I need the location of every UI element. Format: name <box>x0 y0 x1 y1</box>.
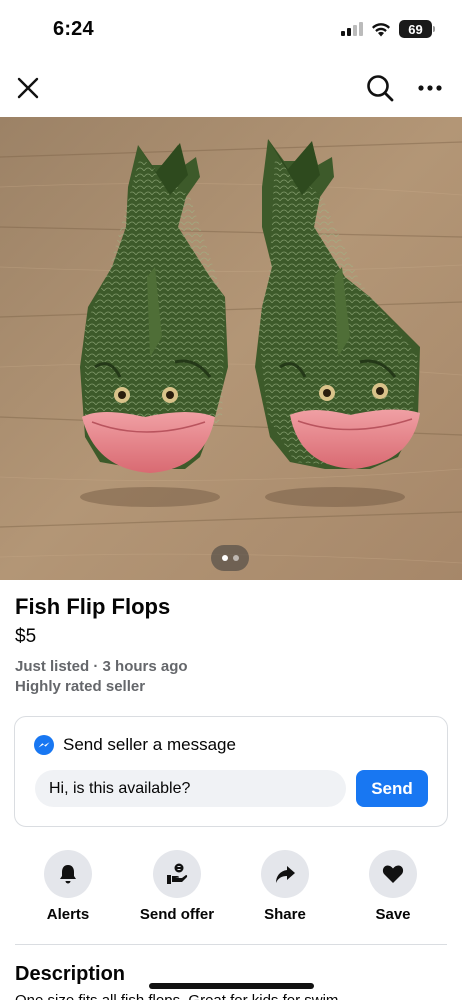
action-row: Alerts Send offer Share Save <box>0 850 462 930</box>
offer-icon-circle <box>153 850 201 898</box>
share-icon-circle <box>261 850 309 898</box>
save-button[interactable]: Save <box>343 850 443 923</box>
nav-bar <box>0 60 462 116</box>
save-icon-circle <box>369 850 417 898</box>
battery-indicator: 69 <box>399 20 435 38</box>
status-bar: 6:24 69 <box>0 0 462 60</box>
heart-icon <box>382 865 404 883</box>
close-icon <box>17 77 39 99</box>
share-button[interactable]: Share <box>235 850 335 923</box>
pager-dot <box>221 555 228 561</box>
listing-price: $5 <box>15 626 37 647</box>
description-heading: Description <box>15 963 126 985</box>
battery-level: 69 <box>408 21 423 37</box>
description-text: One size fits all fish flops. Great for … <box>15 992 447 1000</box>
status-time: 6:24 <box>53 18 94 40</box>
section-divider <box>15 944 447 945</box>
messenger-icon <box>34 735 54 755</box>
share-icon <box>276 866 295 883</box>
message-header: Send seller a message <box>34 735 236 755</box>
more-icon <box>418 85 442 91</box>
search-icon <box>367 75 394 102</box>
photo-pager[interactable] <box>211 545 249 571</box>
listing-title: Fish Flip Flops <box>15 594 171 619</box>
close-button[interactable] <box>8 68 48 108</box>
alerts-icon-circle <box>44 850 92 898</box>
alerts-label: Alerts <box>46 906 90 923</box>
offer-icon <box>167 863 188 884</box>
more-options-button[interactable] <box>410 68 450 108</box>
share-label: Share <box>264 906 306 923</box>
signal-icon <box>341 22 363 36</box>
save-label: Save <box>375 906 411 923</box>
wifi-icon <box>372 22 390 36</box>
home-indicator[interactable] <box>149 983 314 989</box>
alerts-button[interactable]: Alerts <box>18 850 118 923</box>
search-button[interactable] <box>360 68 400 108</box>
listing-time: Just listed · 3 hours ago <box>15 658 188 675</box>
message-header-label: Send seller a message <box>63 735 236 754</box>
message-input[interactable] <box>35 770 346 807</box>
pager-dot <box>232 555 239 561</box>
bell-icon <box>60 865 76 884</box>
listing-photo[interactable] <box>0 117 462 580</box>
fish-flip-flops-photo <box>0 117 462 580</box>
seller-rating: Highly rated seller <box>15 678 146 695</box>
send-offer-label: Send offer <box>139 906 215 923</box>
send-button[interactable]: Send <box>356 770 428 807</box>
message-seller-card: Send seller a message Send <box>14 716 448 827</box>
status-icons: 69 <box>341 20 435 38</box>
send-offer-button[interactable]: Send offer <box>127 850 227 923</box>
